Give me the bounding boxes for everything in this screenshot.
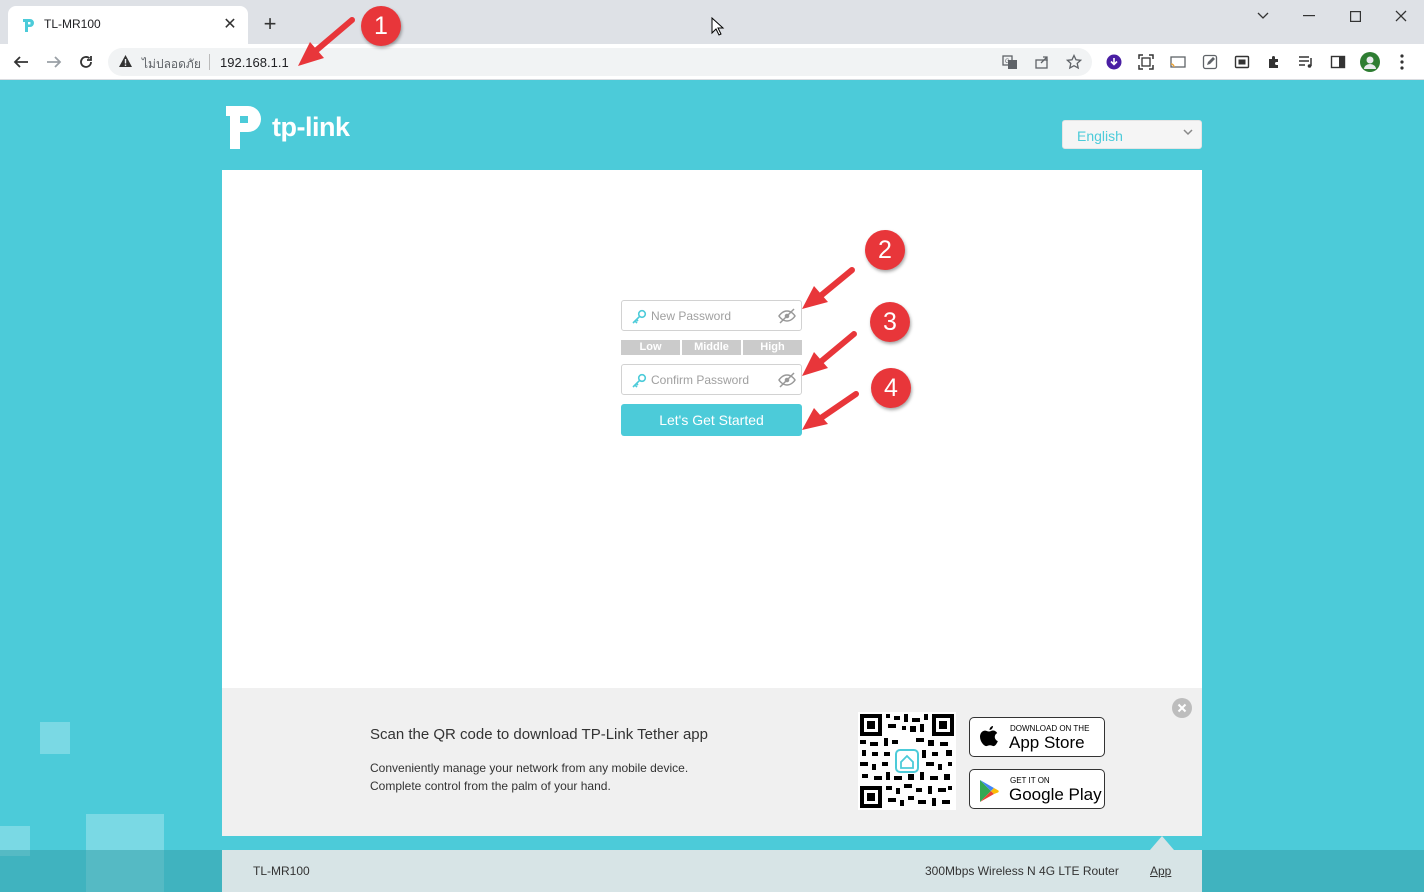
- capture-extension-icon[interactable]: [1232, 52, 1252, 72]
- extensions-puzzle-icon[interactable]: [1264, 52, 1284, 72]
- key-icon: [632, 309, 647, 324]
- minimize-button[interactable]: [1286, 4, 1332, 28]
- annotation-arrow-1-icon: [298, 17, 355, 66]
- tether-app-promo: Scan the QR code to download TP-Link Tet…: [222, 688, 1202, 836]
- promo-title: Scan the QR code to download TP-Link Tet…: [370, 726, 708, 743]
- tab-search-chevron-icon[interactable]: [1240, 4, 1286, 28]
- forward-button[interactable]: [42, 50, 66, 74]
- annotation-arrow-3-icon: [802, 331, 857, 376]
- app-store-label: App Store: [1009, 733, 1085, 752]
- close-window-button[interactable]: [1378, 4, 1424, 28]
- google-play-label: Google Play: [1009, 785, 1102, 804]
- chevron-down-icon: [1183, 129, 1193, 136]
- browser-menu-icon[interactable]: [1392, 52, 1412, 72]
- reload-button[interactable]: [74, 50, 98, 74]
- url-separator: [209, 54, 210, 70]
- lets-get-started-button[interactable]: Let's Get Started: [621, 404, 802, 436]
- address-bar[interactable]: ไม่ปลอดภัย 192.168.1.1 G: [108, 48, 1092, 76]
- browser-tab-bar: TL-MR100 ✕ +: [0, 0, 1424, 44]
- footer-notch: [1150, 836, 1174, 850]
- hide-password-icon[interactable]: [778, 308, 796, 324]
- promo-line-2: Complete control from the palm of your h…: [370, 779, 611, 793]
- back-button[interactable]: [9, 50, 33, 74]
- brand-wordmark: tp-link: [272, 112, 350, 142]
- annotation-badge-3: 3: [870, 302, 910, 342]
- edit-extension-icon[interactable]: [1200, 52, 1220, 72]
- confirm-password-input[interactable]: [651, 371, 777, 389]
- strength-middle: Middle: [682, 340, 741, 355]
- new-password-input[interactable]: [651, 307, 777, 325]
- close-icon: [1177, 703, 1187, 713]
- app-store-button[interactable]: DOWNLOAD ON THE App Store: [969, 717, 1105, 757]
- screenshot-extension-icon[interactable]: [1136, 52, 1156, 72]
- google-play-button[interactable]: GET IT ON Google Play: [969, 769, 1105, 809]
- not-secure-label[interactable]: ไม่ปลอดภัย: [142, 55, 201, 74]
- cast-extension-icon[interactable]: [1168, 52, 1188, 72]
- back-arrow-icon: [13, 56, 28, 68]
- promo-line-1: Conveniently manage your network from an…: [370, 761, 689, 775]
- footer-app-link[interactable]: App: [1150, 864, 1171, 878]
- tp-link-favicon-icon: [23, 19, 34, 32]
- annotation-badge-4: 4: [871, 368, 911, 408]
- profile-avatar[interactable]: [1360, 52, 1380, 72]
- confirm-password-field[interactable]: [621, 364, 802, 395]
- key-icon: [632, 373, 647, 388]
- app-store-small-label: DOWNLOAD ON THE: [1010, 724, 1090, 733]
- forward-arrow-icon: [47, 56, 62, 68]
- language-value: English: [1077, 128, 1123, 144]
- google-play-small-label: GET IT ON: [1010, 776, 1050, 785]
- new-password-field[interactable]: [621, 300, 802, 331]
- footer-description: 300Mbps Wireless N 4G LTE Router: [925, 864, 1119, 878]
- hide-password-icon[interactable]: [778, 372, 796, 388]
- annotation-arrow-2-icon: [802, 267, 855, 309]
- side-panel-icon[interactable]: [1328, 52, 1348, 72]
- bookmark-star-icon[interactable]: [1066, 54, 1082, 70]
- tab-title: TL-MR100: [44, 17, 101, 31]
- browser-tab[interactable]: TL-MR100 ✕: [8, 6, 248, 44]
- footer-model: TL-MR100: [253, 864, 310, 878]
- warning-triangle-icon[interactable]: [118, 54, 133, 68]
- close-promo-button[interactable]: [1172, 698, 1192, 718]
- new-tab-button[interactable]: +: [258, 12, 282, 36]
- browser-toolbar: ไม่ปลอดภัย 192.168.1.1 G: [0, 44, 1424, 80]
- password-strength-meter: Low Middle High: [621, 340, 802, 355]
- annotation-arrow-4-icon: [802, 391, 859, 430]
- reload-icon: [80, 56, 92, 68]
- annotation-badge-2: 2: [865, 230, 905, 270]
- svg-text:G: G: [1005, 59, 1010, 65]
- qr-code-icon: [858, 712, 956, 810]
- media-queue-icon[interactable]: [1296, 52, 1316, 72]
- download-extension-icon[interactable]: [1104, 52, 1124, 72]
- share-icon[interactable]: [1034, 54, 1050, 70]
- annotation-badge-1: 1: [361, 6, 401, 46]
- strength-low: Low: [621, 340, 680, 355]
- decor-shape: [40, 722, 70, 754]
- maximize-button[interactable]: [1332, 4, 1378, 28]
- language-select[interactable]: English: [1062, 120, 1202, 149]
- tp-link-logo-icon: [226, 106, 261, 149]
- mouse-cursor-icon: [711, 17, 725, 36]
- google-play-icon: [980, 780, 999, 802]
- url-text[interactable]: 192.168.1.1: [220, 55, 289, 70]
- apple-icon: [980, 726, 998, 747]
- close-tab-icon[interactable]: ✕: [220, 15, 240, 35]
- translate-icon[interactable]: G: [1002, 54, 1018, 70]
- strength-high: High: [743, 340, 802, 355]
